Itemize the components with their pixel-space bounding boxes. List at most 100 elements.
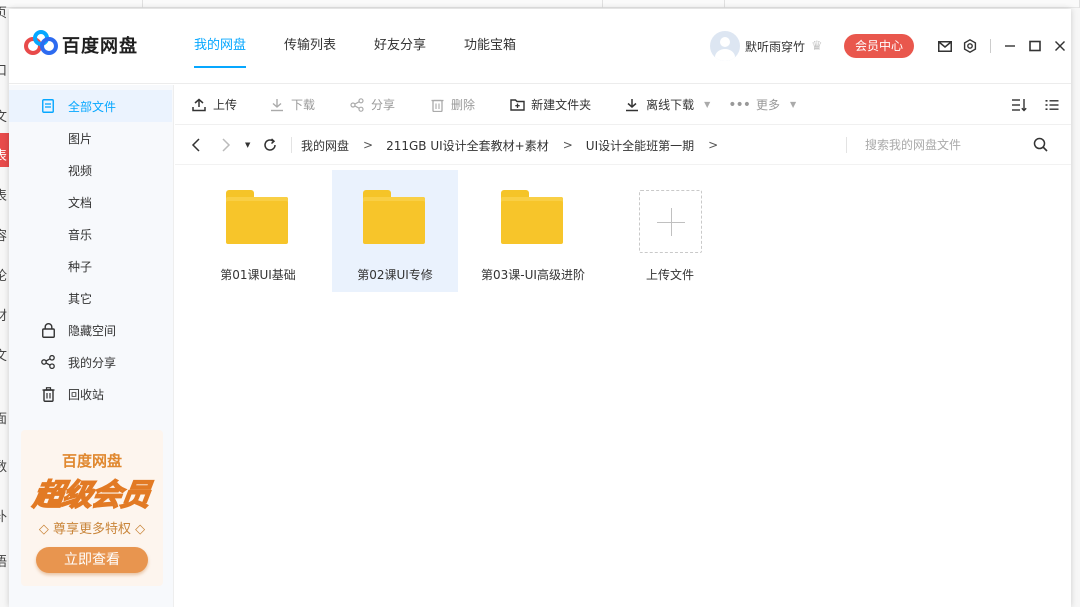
sidebar-item-documents[interactable]: 文档 (9, 186, 172, 218)
offline-download-button[interactable]: 离线下载 ▼ (624, 85, 710, 125)
window-controls (934, 37, 1074, 55)
file-grid: 第01课UI基础 第02课UI专修 第03课-UI高级进阶 上传文件 (175, 165, 1071, 607)
more-button[interactable]: ••• 更多 ▼ (728, 85, 796, 125)
sidebar-item-all-files[interactable]: 全部文件 (9, 90, 172, 122)
trash-icon (429, 97, 445, 113)
logo-title: 百度网盘 (62, 35, 138, 57)
bg-char: 表 (0, 189, 8, 204)
upload-file-label: 上传文件 (645, 268, 694, 282)
mail-icon[interactable] (934, 37, 956, 55)
folder-icon (501, 190, 563, 244)
download-label: 下载 (291, 98, 316, 112)
sidebar-item-others[interactable]: 其它 (9, 282, 172, 314)
delete-button[interactable]: 删除 (429, 85, 475, 125)
sidebar-item-hidden-space[interactable]: 隐藏空间 (9, 314, 172, 346)
view-controls (1011, 85, 1071, 125)
close-icon[interactable] (1049, 37, 1071, 55)
promo-title: 百度网盘 (61, 452, 122, 470)
sidebar-item-music[interactable]: 音乐 (9, 218, 172, 250)
breadcrumb-item[interactable]: 211GB UI设计全套教材+素材 (386, 137, 549, 154)
sidebar-item-torrents[interactable]: 种子 (9, 250, 172, 282)
avatar[interactable] (710, 31, 740, 61)
forward-icon[interactable] (221, 125, 231, 165)
more-label: 更多 (756, 98, 781, 112)
sidebar-item-label: 隐藏空间 (68, 323, 117, 338)
super-vip-promo[interactable]: 百度网盘 超级会员 ◇ 尊享更多特权 ◇ 立即查看 (21, 430, 163, 586)
tab-friend-share[interactable]: 好友分享 (374, 9, 426, 84)
caret-down-icon[interactable]: ▼ (704, 100, 710, 109)
tab-my-netdisk[interactable]: 我的网盘 (194, 9, 247, 84)
background-window-topbar (0, 0, 1080, 8)
promo-subtitle: ◇ 尊享更多特权 ◇ (38, 522, 146, 537)
download-icon (269, 97, 285, 113)
tab-transfer-list[interactable]: 传输列表 (284, 9, 336, 84)
bg-char: 页 (0, 6, 8, 21)
folder-name: 第03课-UI高级进阶 (481, 268, 585, 282)
new-folder-button[interactable]: 新建文件夹 (509, 85, 591, 125)
bg-char: 容 (0, 229, 8, 244)
more-dots-icon: ••• (728, 96, 751, 113)
upload-label: 上传 (213, 98, 238, 112)
sidebar-item-label: 回收站 (68, 387, 105, 402)
sidebar-item-images[interactable]: 图片 (9, 122, 172, 154)
sort-icon[interactable] (1011, 98, 1027, 112)
username[interactable]: 默听雨穿竹 (745, 38, 805, 55)
folder-icon (226, 190, 288, 244)
baidu-netdisk-window: 百度网盘 我的网盘 传输列表 好友分享 功能宝箱 默听雨穿竹 ♛ 会员中心 全部… (9, 9, 1071, 607)
upload-icon (191, 97, 207, 113)
bg-char: 数 (0, 460, 8, 475)
promo-view-now-button[interactable]: 立即查看 (36, 547, 148, 573)
upload-button[interactable]: 上传 (191, 85, 237, 125)
search-input[interactable]: 搜索我的网盘文件 (865, 125, 961, 165)
search-icon[interactable] (1033, 137, 1049, 153)
refresh-icon[interactable] (263, 125, 277, 165)
logo[interactable]: 百度网盘 (24, 30, 138, 59)
breadcrumb: 我的网盘 > 211GB UI设计全套教材+素材 > UI设计全能班第一期 > (301, 125, 731, 165)
minimize-icon[interactable] (999, 37, 1021, 55)
sidebar-item-label: 文档 (68, 195, 93, 210)
tab-feature-box[interactable]: 功能宝箱 (464, 9, 516, 84)
settings-icon[interactable] (959, 37, 981, 55)
sidebar-item-recycle-bin[interactable]: 回收站 (9, 378, 172, 410)
folder-name: 第02课UI专修 (357, 268, 433, 282)
folder-item[interactable]: 第03课-UI高级进阶 (470, 170, 596, 292)
document-icon (40, 98, 56, 114)
breadcrumb-separator: > (562, 138, 573, 152)
toolbar: 上传 下载 分享 删除 新建文件夹 离线下载 ▼ ••• 更多 ▼ (175, 85, 1071, 125)
breadcrumb-item[interactable]: UI设计全能班第一期 (586, 137, 694, 154)
sidebar-item-label: 我的分享 (68, 355, 117, 370)
plus-icon (639, 190, 702, 253)
sidebar-item-label: 其它 (68, 291, 93, 306)
vip-center-button[interactable]: 会员中心 (844, 34, 914, 58)
history-dropdown-icon[interactable]: ▼ (245, 125, 250, 165)
breadcrumb-item[interactable]: 我的网盘 (301, 137, 349, 154)
promo-headline: 超级会员 (30, 477, 152, 514)
user-profile[interactable]: 默听雨穿竹 ♛ (710, 31, 823, 61)
download-icon (624, 97, 640, 113)
bg-char: 材 (0, 309, 8, 324)
share-label: 分享 (371, 98, 396, 112)
upload-file-item[interactable]: 上传文件 (607, 170, 733, 292)
path-bar: ▼ 我的网盘 > 211GB UI设计全套教材+素材 > UI设计全能班第一期 … (175, 125, 1071, 165)
list-view-icon[interactable] (1045, 99, 1059, 111)
sidebar-item-videos[interactable]: 视频 (9, 154, 172, 186)
lock-icon (40, 322, 56, 338)
folder-item[interactable]: 第01课UI基础 (195, 170, 321, 292)
back-icon[interactable] (191, 125, 201, 165)
caret-down-icon[interactable]: ▼ (790, 100, 796, 109)
sidebar-item-my-shares[interactable]: 我的分享 (9, 346, 172, 378)
download-button[interactable]: 下载 (269, 85, 315, 125)
folder-icon (363, 190, 425, 244)
new-folder-label: 新建文件夹 (531, 98, 592, 112)
bg-char: 口 (0, 64, 8, 79)
bg-char: 面 (0, 412, 8, 427)
maximize-icon[interactable] (1024, 37, 1046, 55)
folder-item[interactable]: 第02课UI专修 (332, 170, 458, 292)
sidebar-item-label: 视频 (68, 163, 93, 178)
breadcrumb-separator: > (708, 138, 719, 152)
folder-name: 第01课UI基础 (220, 268, 296, 282)
share-icon (349, 97, 365, 113)
bg-char: 表 (0, 149, 8, 164)
share-button[interactable]: 分享 (349, 85, 395, 125)
new-folder-icon (509, 97, 525, 113)
